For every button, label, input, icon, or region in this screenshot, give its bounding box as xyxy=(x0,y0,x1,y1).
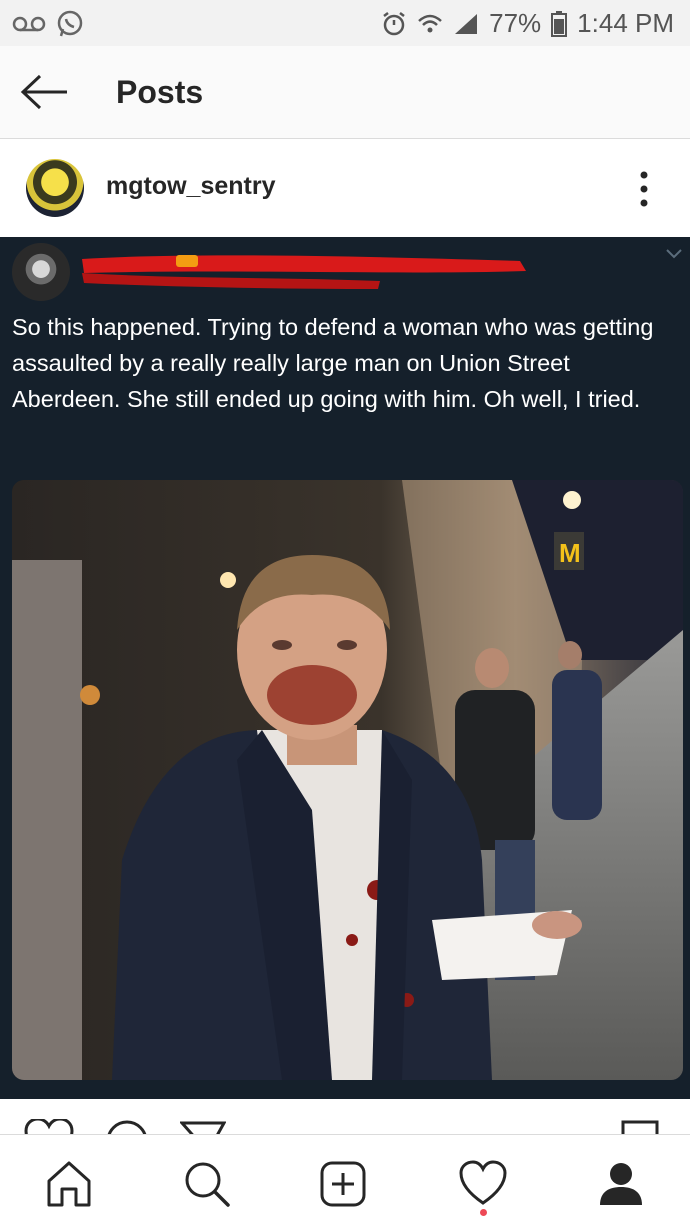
post-actions xyxy=(0,1099,690,1137)
status-bar: 77% 1:44 PM xyxy=(0,0,690,46)
profile-icon[interactable] xyxy=(596,1159,646,1209)
wifi-icon xyxy=(418,14,442,32)
activity-heart-icon[interactable] xyxy=(458,1159,508,1209)
avatar[interactable] xyxy=(26,159,84,217)
username[interactable]: mgtow_sentry xyxy=(106,172,275,201)
arrow-left-icon[interactable] xyxy=(20,74,70,110)
voicemail-icon xyxy=(12,16,46,32)
whatsapp-icon xyxy=(57,10,83,37)
tweet-avatar xyxy=(12,243,70,301)
bottom-nav xyxy=(0,1134,690,1228)
add-post-icon[interactable] xyxy=(318,1159,368,1209)
tweet-photo[interactable]: M xyxy=(12,480,683,1080)
battery-percent: 77% xyxy=(489,8,542,38)
app-header: Posts xyxy=(0,46,690,139)
notification-dot xyxy=(480,1209,487,1216)
alarm-icon xyxy=(383,11,405,35)
battery-icon xyxy=(551,10,568,37)
signal-icon xyxy=(455,13,478,34)
redaction-scribble xyxy=(82,255,526,289)
post-image[interactable]: So this happened. Trying to defend a wom… xyxy=(0,237,690,1099)
post-header: mgtow_sentry xyxy=(0,139,690,237)
tweet-text: So this happened. Trying to defend a wom… xyxy=(12,314,654,412)
chevron-down-icon[interactable] xyxy=(664,247,684,261)
page-title: Posts xyxy=(116,74,204,110)
more-vertical-icon[interactable] xyxy=(634,169,654,209)
home-icon[interactable] xyxy=(44,1159,94,1209)
search-icon[interactable] xyxy=(182,1159,232,1209)
status-time: 1:44 PM xyxy=(577,8,674,38)
svg-text:M: M xyxy=(559,538,581,568)
